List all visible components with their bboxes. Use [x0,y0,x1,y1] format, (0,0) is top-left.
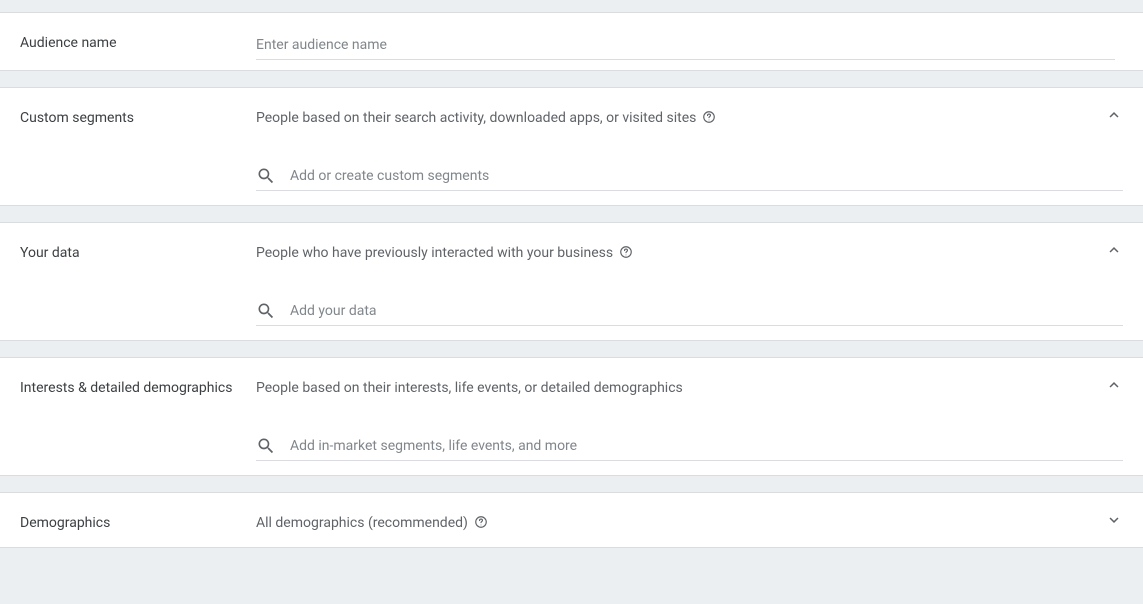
help-icon[interactable] [619,245,633,259]
search-icon [256,436,276,456]
collapse-toggle[interactable] [1089,106,1123,128]
chevron-up-icon [1105,376,1123,398]
custom-segments-description: People based on their search activity, d… [256,106,696,128]
interests-label: Interests & detailed demographics [20,376,256,398]
expand-toggle[interactable] [1089,511,1123,533]
interests-card: Interests & detailed demographics People… [0,357,1143,476]
your-data-label: Your data [20,241,256,263]
custom-segments-search-box[interactable] [256,162,1123,191]
your-data-description: People who have previously interacted wi… [256,241,613,263]
collapse-toggle[interactable] [1089,241,1123,263]
chevron-down-icon [1105,511,1123,533]
custom-segments-label: Custom segments [20,106,256,128]
audience-name-input[interactable] [256,31,1115,60]
demographics-card: Demographics All demographics (recommend… [0,492,1143,548]
demographics-label: Demographics [20,511,256,533]
demographics-description: All demographics (recommended) [256,511,468,533]
search-icon [256,301,276,321]
interests-search-input[interactable] [290,438,1123,454]
help-icon[interactable] [474,515,488,529]
your-data-card: Your data People who have previously int… [0,222,1143,341]
custom-segments-card: Custom segments People based on their se… [0,87,1143,206]
your-data-search-input[interactable] [290,303,1123,319]
interests-search-box[interactable] [256,432,1123,461]
audience-name-label: Audience name [20,31,256,53]
search-icon [256,166,276,186]
help-icon[interactable] [702,110,716,124]
chevron-up-icon [1105,106,1123,128]
custom-segments-search-input[interactable] [290,168,1123,184]
collapse-toggle[interactable] [1089,376,1123,398]
audience-name-card: Audience name [0,12,1143,71]
your-data-search-box[interactable] [256,297,1123,326]
interests-description: People based on their interests, life ev… [256,376,683,398]
chevron-up-icon [1105,241,1123,263]
